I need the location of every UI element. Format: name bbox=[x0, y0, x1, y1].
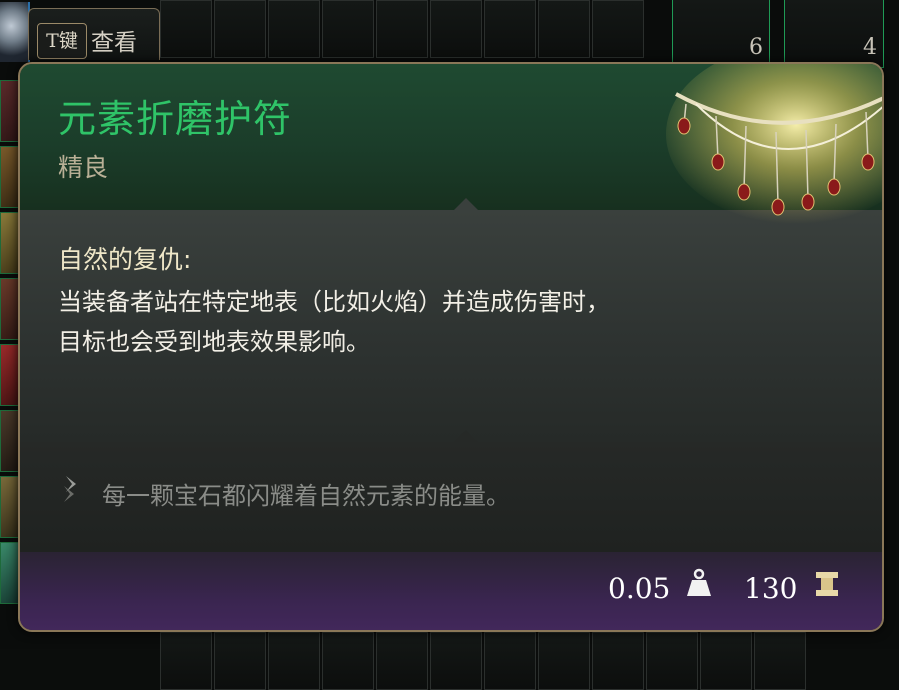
quote-icon bbox=[64, 476, 76, 502]
inventory-slot[interactable] bbox=[430, 0, 482, 58]
flavor-section: 每一颗宝石都闪耀着自然元素的能量。 bbox=[20, 442, 882, 552]
inventory-slot[interactable]: 6 bbox=[672, 0, 770, 68]
inventory-slot[interactable] bbox=[214, 0, 266, 58]
tooltip-footer: 0.05 130 bbox=[20, 552, 882, 630]
inventory-slot[interactable] bbox=[268, 632, 320, 690]
inventory-slot[interactable] bbox=[484, 632, 536, 690]
inventory-slot[interactable] bbox=[322, 0, 374, 58]
inventory-slot[interactable] bbox=[592, 0, 644, 58]
inventory-slot[interactable] bbox=[322, 632, 374, 690]
inventory-slot[interactable] bbox=[754, 632, 806, 690]
weight-value: 0.05 bbox=[608, 572, 671, 605]
inventory-slot[interactable] bbox=[484, 0, 536, 58]
key-badge: T键 bbox=[37, 23, 87, 59]
inventory-slot[interactable] bbox=[430, 632, 482, 690]
inventory-slot[interactable] bbox=[592, 632, 644, 690]
skull-item-icon[interactable] bbox=[0, 2, 30, 62]
inventory-slot[interactable] bbox=[376, 0, 428, 58]
item-rarity: 精良 bbox=[58, 153, 109, 182]
passive-title: 自然的复仇: bbox=[58, 245, 192, 274]
tooltip-header: 元素折磨护符 精良 bbox=[20, 64, 882, 210]
inventory-slot[interactable] bbox=[376, 632, 428, 690]
inventory-slot[interactable] bbox=[214, 632, 266, 690]
inspect-hint[interactable]: T键 查看 bbox=[28, 8, 160, 60]
inventory-slot[interactable] bbox=[538, 0, 590, 58]
slot-count: 6 bbox=[749, 35, 763, 60]
inventory-slot[interactable] bbox=[268, 0, 320, 58]
inspect-label: 查看 bbox=[91, 30, 137, 56]
weight-icon bbox=[687, 568, 711, 596]
item-name: 元素折磨护符 bbox=[58, 97, 293, 141]
divider-notch bbox=[454, 430, 478, 442]
inventory-slot[interactable] bbox=[646, 632, 698, 690]
inventory-slot[interactable]: 4 bbox=[784, 0, 884, 68]
slot-count: 4 bbox=[863, 35, 877, 60]
passive-description: 当装备者站在特定地表（比如火焰）并造成伤害时，目标也会受到地表效果影响。 bbox=[58, 288, 610, 356]
gold-icon bbox=[816, 572, 838, 596]
tooltip-body: 自然的复仇: 当装备者站在特定地表（比如火焰）并造成伤害时，目标也会受到地表效果… bbox=[20, 210, 882, 442]
flavor-text: 每一颗宝石都闪耀着自然元素的能量。 bbox=[102, 482, 510, 510]
inventory-slot[interactable] bbox=[700, 632, 752, 690]
divider-notch bbox=[454, 198, 478, 210]
inventory-slot[interactable] bbox=[160, 0, 212, 58]
inventory-slot[interactable] bbox=[160, 632, 212, 690]
item-tooltip: 元素折磨护符 精良 自然的复仇: 当装备者站在特定地表（比如火焰）并造成伤害时，… bbox=[18, 62, 884, 632]
inventory-slot[interactable] bbox=[538, 632, 590, 690]
gold-value: 130 bbox=[744, 572, 798, 605]
